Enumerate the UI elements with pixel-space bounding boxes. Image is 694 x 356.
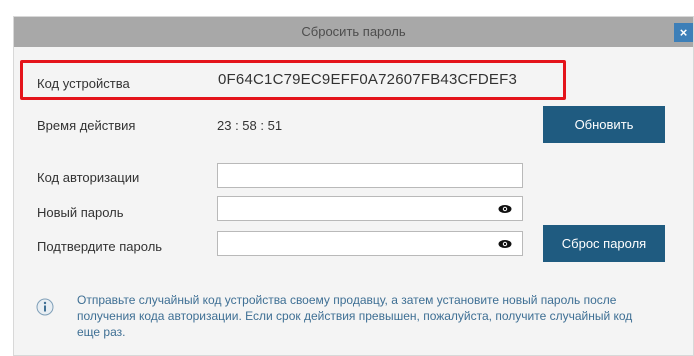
confirm-password-input[interactable] [217, 231, 523, 256]
validity-time: 23 : 58 : 51 [217, 118, 283, 133]
info-message: Отправьте случайный код устройства своем… [77, 293, 633, 339]
validity-label: Время действия [37, 118, 136, 133]
dialog-title: Сбросить пароль [301, 24, 406, 39]
eye-icon[interactable] [498, 202, 512, 216]
device-code-label: Код устройства [37, 76, 130, 91]
info-icon [36, 298, 54, 316]
close-icon[interactable]: × [674, 23, 693, 42]
new-password-input[interactable] [217, 196, 523, 221]
dialog-title-bar: Сбросить пароль [14, 17, 693, 47]
auth-code-input[interactable] [217, 163, 523, 188]
device-code-value: 0F64C1C79EC9EFF0A72607FB43CFDEF3 [218, 71, 518, 88]
reset-password-button[interactable]: Сброс пароля [543, 225, 665, 262]
auth-code-label: Код авторизации [37, 170, 140, 185]
refresh-button[interactable]: Обновить [543, 106, 665, 143]
eye-icon[interactable] [498, 237, 512, 251]
confirm-password-label: Подтвердите пароль [37, 239, 163, 254]
new-password-label: Новый пароль [37, 205, 124, 220]
